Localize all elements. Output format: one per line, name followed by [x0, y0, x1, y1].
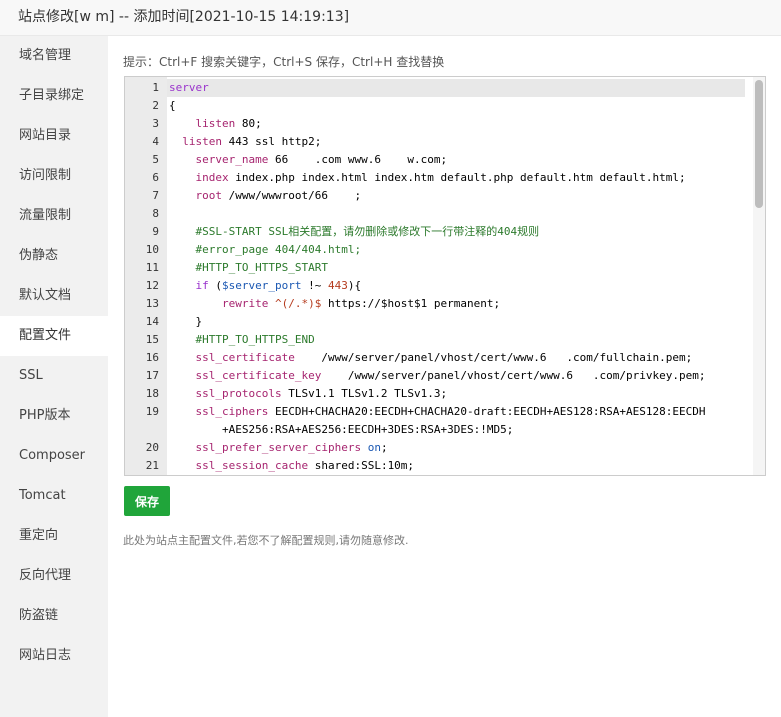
- line-number: 19: [145, 405, 159, 418]
- code-line: 7 root /www/wwwroot/66 ;: [125, 187, 745, 205]
- code-line: 16 ssl_certificate /www/server/panel/vho…: [125, 349, 745, 367]
- window-title: 站点修改[w m] -- 添加时间[2021-10-15 14:19:13]: [0, 0, 781, 36]
- sidebar-item[interactable]: 配置文件: [0, 316, 108, 356]
- sidebar-item[interactable]: 反向代理: [0, 556, 108, 596]
- sidebar-item[interactable]: 访问限制: [0, 156, 108, 196]
- line-number: 21: [145, 459, 159, 472]
- line-number: 10: [145, 243, 159, 256]
- line-text: if ($server_port !~ 443){: [195, 279, 362, 292]
- editor-scrollbar-thumb[interactable]: [755, 80, 763, 208]
- sidebar-item[interactable]: Composer: [0, 436, 108, 476]
- sidebar-item[interactable]: 默认文档: [0, 276, 108, 316]
- line-number: 1: [152, 81, 159, 94]
- line-text: server_name 66 .com www.6 w.com;: [195, 153, 448, 166]
- code-line: 10 #error_page 404/404.html;: [125, 241, 745, 259]
- line-text: ssl_certificate_key /www/server/panel/vh…: [195, 369, 706, 382]
- editor-hint: 提示：Ctrl+F 搜索关键字，Ctrl+S 保存，Ctrl+H 查找替换: [123, 55, 445, 69]
- line-text: ssl_prefer_server_ciphers on;: [195, 441, 388, 454]
- line-number: 7: [152, 189, 159, 202]
- save-button[interactable]: 保存: [124, 486, 170, 516]
- line-text: ssl_protocols TLSv1.1 TLSv1.2 TLSv1.3;: [195, 387, 448, 400]
- line-text: server: [169, 81, 209, 94]
- main-panel: 提示：Ctrl+F 搜索关键字，Ctrl+S 保存，Ctrl+H 查找替换 1s…: [108, 36, 781, 717]
- sidebar-item[interactable]: 网站日志: [0, 636, 108, 676]
- code-line: +AES256:RSA+AES256:EECDH+3DES:RSA+3DES:!…: [125, 421, 745, 439]
- line-number: 2: [152, 99, 159, 112]
- code-lines: 1 server 2{3 listen 80; 4 listen 443 ssl ht…: [125, 79, 745, 475]
- editor-scrollbar[interactable]: [753, 77, 765, 475]
- line-number: 17: [145, 369, 159, 382]
- sidebar: 域名管理 子目录绑定 网站目录 访问限制 流量限制 伪静态 默认文档 配置文件 SSL PHP版本…: [0, 36, 108, 717]
- line-text: #SSL-START SSL相关配置，请勿删除或修改下一行带注释的404规则: [195, 225, 540, 238]
- sidebar-item[interactable]: 域名管理: [0, 36, 108, 76]
- line-number: 13: [145, 297, 159, 310]
- code-line: 1 server: [125, 79, 745, 97]
- line-number: 14: [145, 315, 159, 328]
- sidebar-item[interactable]: Tomcat: [0, 476, 108, 516]
- line-text: #HTTP_TO_HTTPS_END: [195, 333, 315, 346]
- line-text: #HTTP_TO_HTTPS_START: [195, 261, 328, 274]
- sidebar-item[interactable]: 防盗链: [0, 596, 108, 636]
- code-line: 3 listen 80;: [125, 115, 745, 133]
- code-line: 13 rewrite ^(/.*)$ https://$host$1 perma…: [125, 295, 745, 313]
- line-number: 20: [145, 441, 159, 454]
- config-note: 此处为站点主配置文件,若您不了解配置规则,请勿随意修改.: [123, 534, 409, 547]
- line-number: 4: [152, 135, 159, 148]
- line-text: #error_page 404/404.html;: [195, 243, 362, 256]
- code-line: 17 ssl_certificate_key /www/server/panel…: [125, 367, 745, 385]
- line-text: }: [169, 315, 203, 328]
- code-line: 8: [125, 205, 745, 223]
- line-number: 15: [145, 333, 159, 346]
- line-text: index index.php index.html index.htm def…: [195, 171, 686, 184]
- code-line: 21 ssl_session_cache shared:SSL:10m;: [125, 457, 745, 475]
- code-line: 12 if ($server_port !~ 443){: [125, 277, 745, 295]
- code-line: 6 index index.php index.html index.htm d…: [125, 169, 745, 187]
- line-number: 8: [152, 207, 159, 220]
- code-line: 11 #HTTP_TO_HTTPS_START: [125, 259, 745, 277]
- line-text: {: [169, 99, 176, 112]
- code-line: 9 #SSL-START SSL相关配置，请勿删除或修改下一行带注释的404规则: [125, 223, 745, 241]
- line-number: 12: [145, 279, 159, 292]
- code-line: 18 ssl_protocols TLSv1.1 TLSv1.2 TLSv1.3…: [125, 385, 745, 403]
- line-text: root /www/wwwroot/66 ;: [195, 189, 362, 202]
- line-text: ssl_certificate /www/server/panel/vhost/…: [195, 351, 693, 364]
- line-text: rewrite ^(/.*)$ https://$host$1 permanen…: [221, 297, 501, 310]
- code-line: 14 }: [125, 313, 745, 331]
- code-line: 2{: [125, 97, 745, 115]
- code-line: 20 ssl_prefer_server_ciphers on;: [125, 439, 745, 457]
- sidebar-item[interactable]: 子目录绑定: [0, 76, 108, 116]
- sidebar-item[interactable]: SSL: [0, 356, 108, 396]
- active-line-highlight: [167, 79, 745, 97]
- line-text: ssl_ciphers EECDH+CHACHA20:EECDH+CHACHA2…: [195, 405, 706, 418]
- line-text: listen 80;: [195, 117, 262, 130]
- line-number: 5: [152, 153, 159, 166]
- line-text: +AES256:RSA+AES256:EECDH+3DES:RSA+3DES:!…: [169, 423, 514, 436]
- line-number: 16: [145, 351, 159, 364]
- line-text: ssl_session_cache shared:SSL:10m;: [195, 459, 415, 472]
- line-number: 11: [145, 261, 159, 274]
- sidebar-item[interactable]: 伪静态: [0, 236, 108, 276]
- line-number: 9: [152, 225, 159, 238]
- line-number: 18: [145, 387, 159, 400]
- sidebar-item[interactable]: 网站目录: [0, 116, 108, 156]
- code-line: 19 ssl_ciphers EECDH+CHACHA20:EECDH+CHAC…: [125, 403, 745, 421]
- code-line: 4 listen 443 ssl http2;: [125, 133, 745, 151]
- line-number: 6: [152, 171, 159, 184]
- sidebar-item[interactable]: PHP版本: [0, 396, 108, 436]
- sidebar-item[interactable]: 流量限制: [0, 196, 108, 236]
- sidebar-item[interactable]: 重定向: [0, 516, 108, 556]
- line-number: 3: [152, 117, 159, 130]
- code-line: 15 #HTTP_TO_HTTPS_END: [125, 331, 745, 349]
- code-editor[interactable]: 1 server 2{3 listen 80; 4 listen 443 ssl ht…: [124, 76, 766, 476]
- code-line: 5 server_name 66 .com www.6 w.com;: [125, 151, 745, 169]
- line-text: listen 443 ssl http2;: [182, 135, 322, 148]
